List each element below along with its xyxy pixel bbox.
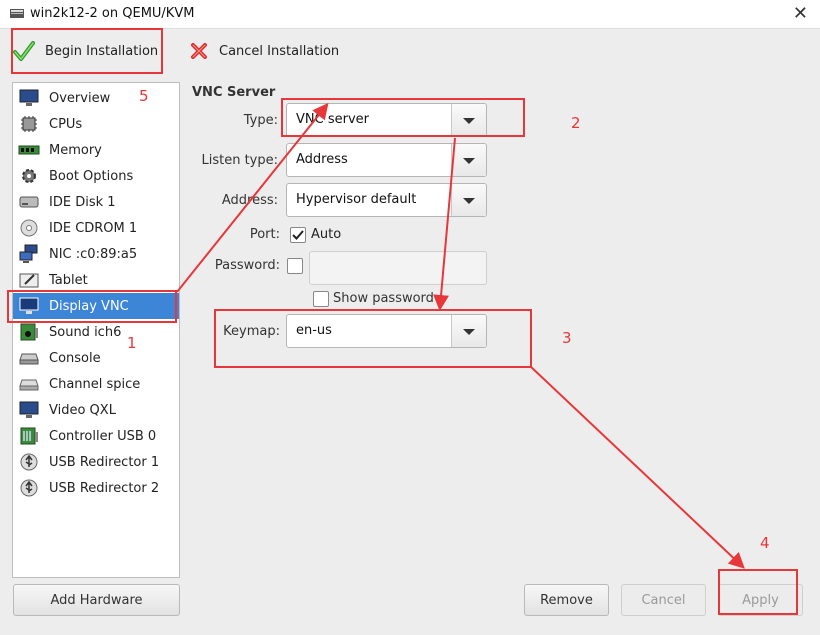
disk-icon xyxy=(18,191,40,213)
listen-type-label: Listen type: xyxy=(201,153,278,168)
sidebar-item-label: Boot Options xyxy=(49,168,134,184)
sidebar-item-label: Video QXL xyxy=(49,402,116,418)
port-label: Port: xyxy=(249,227,280,242)
sound-icon xyxy=(18,321,40,343)
sidebar-item-cpus[interactable]: CPUs xyxy=(13,111,179,137)
sidebar-item-label: Tablet xyxy=(49,272,88,288)
address-select[interactable]: Hypervisor default xyxy=(286,183,487,217)
listen-type-select[interactable]: Address xyxy=(286,143,487,177)
cancel-button[interactable]: Cancel xyxy=(621,584,706,616)
annotation-number-2: 2 xyxy=(571,114,581,132)
show-password-label: Show password xyxy=(333,291,434,306)
sidebar-item-boot-options[interactable]: Boot Options xyxy=(13,163,179,189)
sidebar-item-label: Memory xyxy=(49,142,102,158)
console-icon xyxy=(18,347,40,369)
usb-icon xyxy=(18,477,40,499)
sidebar-item-video-qxl[interactable]: Video QXL xyxy=(13,397,179,423)
sidebar-item-label: USB Redirector 1 xyxy=(49,454,160,470)
chevron-down-icon[interactable] xyxy=(451,184,486,216)
sidebar-item-controller-usb-0[interactable]: Controller USB 0 xyxy=(13,423,179,449)
port-auto-checkbox[interactable] xyxy=(290,227,306,243)
title-bar: win2k12-2 on QEMU/KVM ✕ xyxy=(0,0,820,29)
checkmark-icon xyxy=(292,230,304,240)
sidebar-item-channel-spice[interactable]: Channel spice xyxy=(13,371,179,397)
app-icon xyxy=(10,9,24,18)
cdrom-icon xyxy=(18,217,40,239)
sidebar-item-nic[interactable]: NIC :c0:89:a5 xyxy=(13,241,179,267)
network-icon xyxy=(18,243,40,265)
sidebar-item-label: Channel spice xyxy=(49,376,141,392)
sidebar-item-console[interactable]: Console xyxy=(13,345,179,371)
sidebar-item-usb-redirector-1[interactable]: USB Redirector 1 xyxy=(13,449,179,475)
sidebar-item-overview[interactable]: Overview xyxy=(13,85,179,111)
sidebar-item-ide-disk-1[interactable]: IDE Disk 1 xyxy=(13,189,179,215)
sidebar-item-label: Overview xyxy=(49,90,111,106)
close-icon[interactable]: ✕ xyxy=(793,3,808,24)
sidebar-item-label: NIC :c0:89:a5 xyxy=(49,246,138,262)
cancel-installation-button[interactable]: Cancel Installation xyxy=(189,35,339,67)
show-password-checkbox[interactable] xyxy=(313,291,329,307)
annotation-box-2 xyxy=(281,98,525,137)
annotation-number-3: 3 xyxy=(562,329,572,347)
cpu-icon xyxy=(18,113,40,135)
cancel-installation-label: Cancel Installation xyxy=(219,43,340,59)
password-input[interactable] xyxy=(309,251,487,285)
annotation-number-5: 5 xyxy=(139,87,149,105)
password-checkbox[interactable] xyxy=(287,258,303,274)
annotation-number-1: 1 xyxy=(127,334,137,352)
gear-icon xyxy=(18,165,40,187)
sidebar-item-label: IDE CDROM 1 xyxy=(49,220,138,236)
sidebar-item-label: IDE Disk 1 xyxy=(49,194,116,210)
address-value: Hypervisor default xyxy=(296,192,417,207)
port-auto-label: Auto xyxy=(311,227,342,242)
annotation-box-5 xyxy=(11,28,163,74)
chevron-down-icon[interactable] xyxy=(451,144,486,176)
sidebar-item-memory[interactable]: Memory xyxy=(13,137,179,163)
annotation-box-3 xyxy=(214,309,532,368)
type-label: Type: xyxy=(243,113,278,128)
annotation-number-4: 4 xyxy=(760,534,770,552)
sidebar-item-label: Console xyxy=(49,350,101,366)
hardware-list: Overview CPUs Memory Boot Options IDE Di… xyxy=(12,82,180,578)
controller-icon xyxy=(18,425,40,447)
memory-icon xyxy=(18,139,40,161)
video-icon xyxy=(18,399,40,421)
annotation-box-1 xyxy=(7,290,177,323)
address-label: Address: xyxy=(221,193,278,208)
password-label: Password: xyxy=(214,258,280,273)
sidebar-item-label: USB Redirector 2 xyxy=(49,480,160,496)
cancel-x-icon xyxy=(191,43,207,59)
arrow-3-to-4 xyxy=(529,365,745,569)
tablet-icon xyxy=(18,269,40,291)
sidebar-item-ide-cdrom-1[interactable]: IDE CDROM 1 xyxy=(13,215,179,241)
channel-icon xyxy=(18,373,40,395)
add-hardware-button[interactable]: Add Hardware xyxy=(13,584,180,616)
sidebar-item-label: Sound ich6 xyxy=(49,324,122,340)
sidebar-item-label: CPUs xyxy=(49,116,83,132)
monitor-icon xyxy=(18,87,40,109)
sidebar-item-usb-redirector-2[interactable]: USB Redirector 2 xyxy=(13,475,179,501)
usb-icon xyxy=(18,451,40,473)
section-title: VNC Server xyxy=(192,85,276,100)
listen-type-value: Address xyxy=(296,152,348,167)
sidebar-item-label: Controller USB 0 xyxy=(49,428,157,444)
annotation-box-4 xyxy=(718,569,798,615)
window-title: win2k12-2 on QEMU/KVM xyxy=(30,6,195,21)
remove-button[interactable]: Remove xyxy=(524,584,609,616)
